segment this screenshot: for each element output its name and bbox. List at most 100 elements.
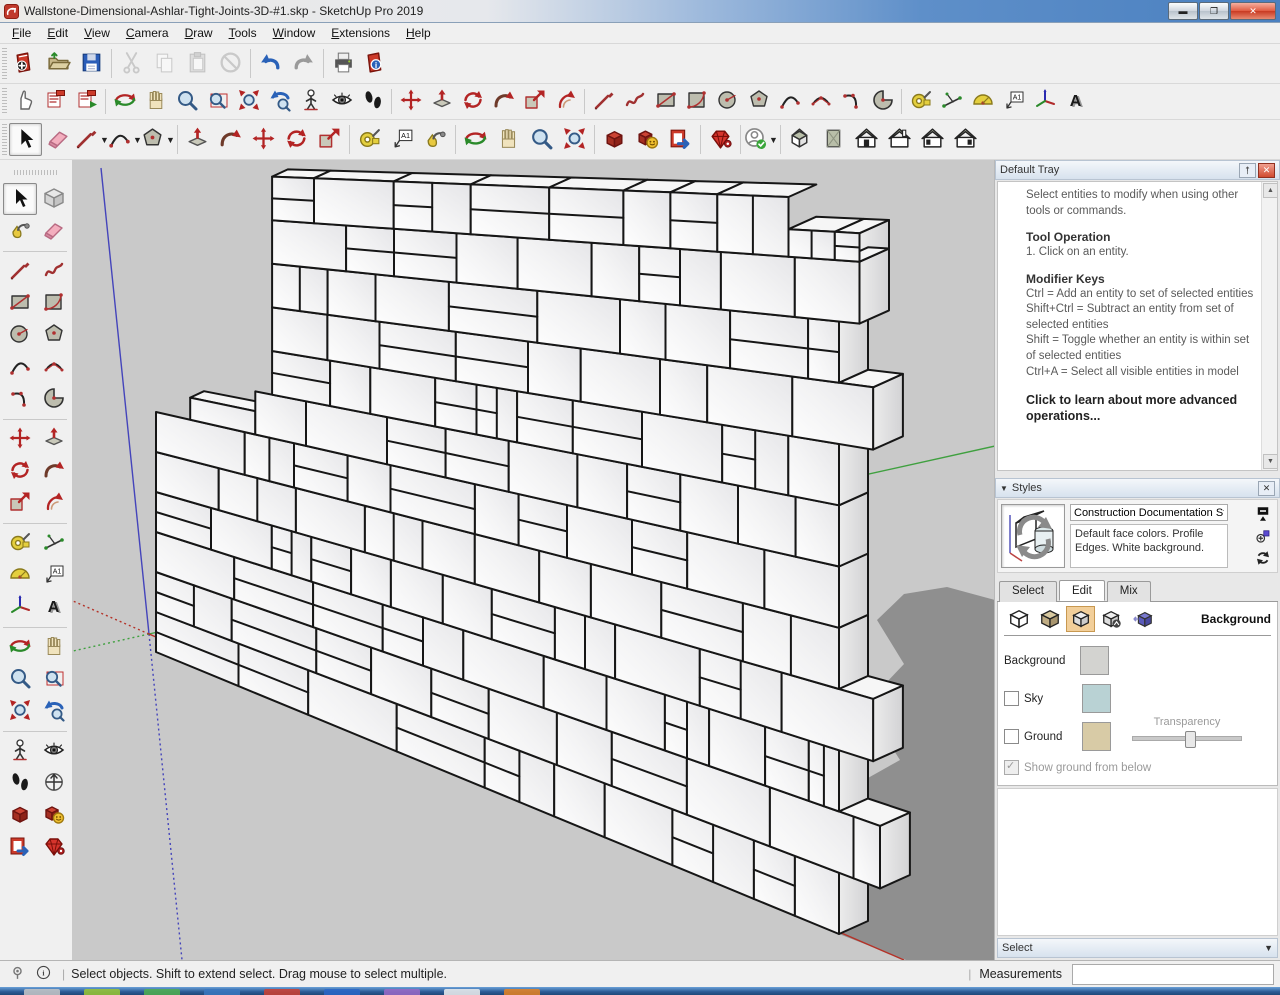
tool-freehand-button[interactable] [619,86,650,117]
tool-pan-button[interactable] [492,123,525,156]
tab-mix[interactable]: Mix [1107,581,1151,602]
tool-pan-button[interactable] [140,86,171,117]
tool-orbit-button[interactable] [109,86,140,117]
info-icon[interactable]: i [35,964,52,984]
scroll-down-icon[interactable]: ▼ [1263,454,1278,469]
tool-zoom-extents-button[interactable] [3,695,37,727]
background-color-swatch[interactable] [1080,646,1109,675]
toolbar-grip[interactable] [2,124,7,155]
tool-open-button[interactable] [42,47,75,80]
taskbar-app-button[interactable] [504,989,540,995]
tool-push-pull-button[interactable] [426,86,457,117]
toolbar-grip[interactable] [14,170,58,175]
menu-item-file[interactable]: File [4,24,39,42]
tool-arc-button[interactable] [3,351,37,383]
tool-zoom-window-button[interactable] [202,86,233,117]
tool-walk-button[interactable] [3,767,37,799]
face-settings-icon[interactable] [1035,606,1064,632]
tool-look-around-button[interactable] [326,86,357,117]
tool-report-green-button[interactable] [71,86,102,117]
tool-line-button[interactable]: ▼ [75,123,108,156]
tool-three-point-arc-button[interactable] [836,86,867,117]
tool-paint-bucket-button[interactable] [419,123,452,156]
tool-dimension-button[interactable] [936,86,967,117]
tool-arc-button[interactable]: ▼ [108,123,141,156]
expand-caret-icon[interactable]: ▼ [1264,943,1273,953]
tool-circle-button[interactable] [3,319,37,351]
tab-edit[interactable]: Edit [1059,580,1105,601]
secondary-pane-toggle-icon[interactable] [1254,505,1272,523]
menu-item-help[interactable]: Help [398,24,439,42]
tool-walk-button[interactable] [357,86,388,117]
tool-undo-button[interactable] [254,47,287,80]
tool-erase-button[interactable] [214,47,247,80]
tool-select-button[interactable] [9,123,42,156]
tool-section-plane-button[interactable] [37,767,71,799]
advanced-operations-link[interactable]: Click to learn about more advanced opera… [1026,392,1255,425]
tool-eraser-button[interactable] [37,215,71,247]
collapse-triangle-icon[interactable]: ▼ [1000,484,1008,493]
maximize-button[interactable]: ❐ [1199,2,1229,20]
tool-move-button[interactable] [3,423,37,455]
tool-layout-button[interactable] [664,123,697,156]
tool-move-button[interactable] [395,86,426,117]
tool-view-iso-button[interactable] [784,123,817,156]
tool-view-right-button[interactable] [949,123,982,156]
tool-position-camera-button[interactable] [295,86,326,117]
taskbar-app-button[interactable] [384,989,420,995]
menu-item-tools[interactable]: Tools [221,24,265,42]
taskbar-app-button[interactable] [324,989,360,995]
tool-paint-bucket-button[interactable] [3,215,37,247]
tool-two-point-arc-button[interactable] [805,86,836,117]
tool-extension-manager-button[interactable] [37,831,71,863]
tool-zoom-previous-button[interactable] [37,695,71,727]
tool-zoom-previous-button[interactable] [264,86,295,117]
tool-position-camera-button[interactable] [3,735,37,767]
tool-view-left-button[interactable] [916,123,949,156]
tool-tape-measure-button[interactable] [905,86,936,117]
tool-zoom-window-button[interactable] [37,663,71,695]
tool-three-point-arc-button[interactable] [3,383,37,415]
style-thumbnail[interactable] [1001,504,1065,568]
tool-zoom-button[interactable] [3,663,37,695]
select-panel-collapsed[interactable]: Select ▼ [997,938,1278,958]
tool-scale-button[interactable] [519,86,550,117]
taskbar-app-button[interactable] [264,989,300,995]
tool-model-info-button[interactable]: i [360,47,393,80]
tool-offset-button[interactable] [550,86,581,117]
tool-rotate-button[interactable] [3,455,37,487]
update-style-icon[interactable] [1254,549,1272,567]
tool-orbit-button[interactable] [459,123,492,156]
tool-rectangle-button[interactable] [3,287,37,319]
model-viewport[interactable] [73,160,994,960]
geolocation-icon[interactable] [9,964,26,984]
tool-polygon-button[interactable] [37,319,71,351]
tool-rotated-rectangle-button[interactable] [37,287,71,319]
show-ground-checkbox[interactable] [1004,760,1019,775]
transparency-slider[interactable] [1132,736,1242,741]
tool-polygon-button[interactable] [743,86,774,117]
tool-cut-button[interactable] [115,47,148,80]
menu-item-edit[interactable]: Edit [39,24,76,42]
styles-close-icon[interactable]: ✕ [1258,481,1275,496]
taskbar-app-button[interactable] [84,989,120,995]
tool-print-button[interactable] [327,47,360,80]
tool-protractor-button[interactable] [3,559,37,591]
ground-color-swatch[interactable] [1082,722,1111,751]
tool-zoom-button[interactable] [525,123,558,156]
taskbar-app-button[interactable] [444,989,480,995]
tool-rotate-button[interactable] [280,123,313,156]
tool-zoom-button[interactable] [171,86,202,117]
tool-make-component-button[interactable] [37,183,71,215]
sky-color-swatch[interactable] [1082,684,1111,713]
tool-dimension-button[interactable] [37,527,71,559]
watermark-settings-icon[interactable] [1097,606,1126,632]
menu-item-window[interactable]: Window [265,24,324,42]
tool-follow-me-button[interactable] [214,123,247,156]
tool-text-button[interactable]: A1 [37,559,71,591]
dropdown-arrow-icon[interactable]: ▼ [166,135,175,145]
scroll-up-icon[interactable]: ▲ [1263,183,1278,198]
tool-push-pull-button[interactable] [181,123,214,156]
menu-item-extensions[interactable]: Extensions [323,24,398,42]
tool-line-button[interactable] [588,86,619,117]
